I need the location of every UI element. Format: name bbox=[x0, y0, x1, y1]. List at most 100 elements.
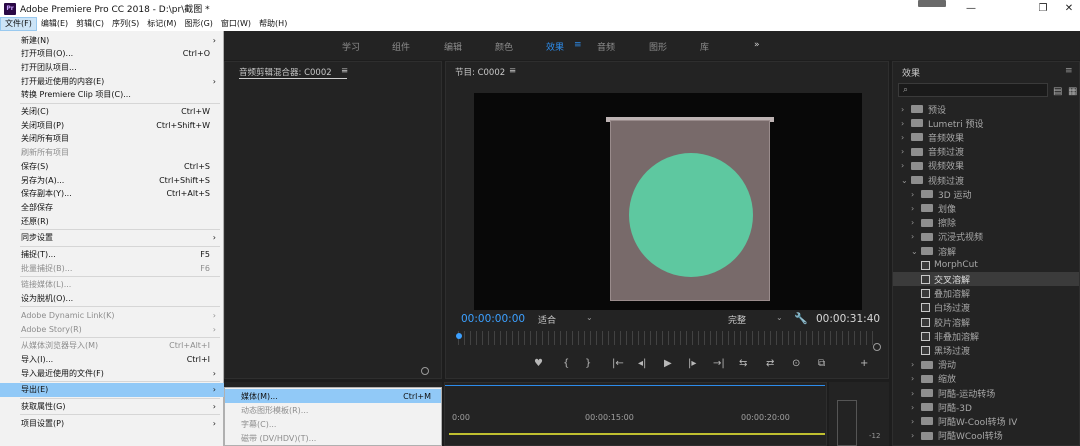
export-submenu-item[interactable]: 动态图形模板(R)... bbox=[225, 403, 441, 417]
panel-menu-icon[interactable]: ≡ bbox=[1065, 66, 1073, 76]
mark-out-icon[interactable]: } bbox=[585, 358, 591, 369]
effects-folder[interactable]: › 擦除 bbox=[893, 216, 1079, 230]
chevron-right-icon[interactable]: › bbox=[911, 190, 921, 199]
chevron-down-icon[interactable]: ⌄ bbox=[911, 247, 921, 256]
effects-folder[interactable]: › 音频过渡 bbox=[893, 145, 1079, 159]
menu-edit[interactable]: 编辑(E) bbox=[37, 17, 72, 31]
effects-folder[interactable]: › 预设 bbox=[893, 102, 1079, 116]
program-monitor-title[interactable]: 节目: C0002 bbox=[455, 66, 505, 78]
chevron-right-icon[interactable]: › bbox=[901, 119, 911, 128]
workspace-assembly[interactable]: 组件 bbox=[392, 40, 410, 53]
effects-folder[interactable]: › 音频效果 bbox=[893, 130, 1079, 144]
add-button-icon[interactable]: + bbox=[860, 358, 868, 369]
comparison-view-icon[interactable]: ⧉ bbox=[818, 358, 825, 369]
file-menu-item[interactable]: 同步设置 › bbox=[0, 231, 224, 245]
chevron-right-icon[interactable]: › bbox=[911, 232, 921, 241]
effects-folder[interactable]: › 阿酷-3D bbox=[893, 400, 1079, 414]
effect-item[interactable]: 叠加溶解 bbox=[893, 287, 1079, 301]
step-back-icon[interactable]: ◂| bbox=[638, 358, 646, 369]
effects-folder[interactable]: › 阿酷-运动转场 bbox=[893, 386, 1079, 400]
file-menu-item[interactable]: 转换 Premiere Clip 项目(C)... bbox=[0, 88, 224, 102]
effect-item[interactable]: 白场过渡 bbox=[893, 301, 1079, 315]
workspace-menu-icon[interactable]: ≡ bbox=[574, 40, 582, 50]
maximize-icon[interactable]: ❐ bbox=[1036, 1, 1050, 15]
menu-marker[interactable]: 标记(M) bbox=[143, 17, 180, 31]
effects-folder[interactable]: › 阿酷WCool转场 bbox=[893, 429, 1079, 443]
camera-icon[interactable]: ⊙ bbox=[792, 358, 800, 369]
zoom-fit-select[interactable]: 适合 bbox=[538, 313, 556, 326]
32bit-effects-icon[interactable]: ▦ bbox=[1068, 86, 1077, 97]
chevron-right-icon[interactable]: › bbox=[911, 360, 921, 369]
menu-window[interactable]: 窗口(W) bbox=[217, 17, 255, 31]
chevron-right-icon[interactable]: › bbox=[911, 431, 921, 440]
ruler-end-handle[interactable] bbox=[873, 343, 881, 351]
effects-search-input[interactable]: ⌕ bbox=[898, 83, 1048, 97]
effects-folder[interactable]: ⌄ 视频过渡 bbox=[893, 173, 1079, 187]
workspace-graphics[interactable]: 图形 bbox=[649, 40, 667, 53]
scroll-handle[interactable] bbox=[421, 367, 429, 375]
effect-item[interactable]: 非叠加溶解 bbox=[893, 329, 1079, 343]
add-marker-icon[interactable]: ♥ bbox=[534, 358, 543, 369]
chevron-right-icon[interactable]: › bbox=[911, 204, 921, 213]
chevron-right-icon[interactable]: › bbox=[901, 133, 911, 142]
workspace-learn[interactable]: 学习 bbox=[342, 40, 360, 53]
effects-folder[interactable]: › 视频效果 bbox=[893, 159, 1079, 173]
chevron-down-icon[interactable]: ⌄ bbox=[901, 176, 911, 185]
effects-folder[interactable]: ⌄ 溶解 bbox=[893, 244, 1079, 258]
current-timecode[interactable]: 00:00:00:00 bbox=[461, 313, 525, 325]
file-menu-item[interactable]: 保存副本(Y)... Ctrl+Alt+S bbox=[0, 187, 224, 201]
effects-folder[interactable]: › 阿酷W-Cool转场 IV bbox=[893, 414, 1079, 428]
file-menu-item[interactable]: 捕捉(T)... F5 bbox=[0, 248, 224, 262]
file-menu-item[interactable]: 链接媒体(L)... bbox=[0, 278, 224, 292]
effect-item[interactable]: MorphCut bbox=[893, 258, 1079, 272]
workspace-libraries[interactable]: 库 bbox=[700, 40, 709, 53]
chevron-right-icon[interactable]: › bbox=[911, 218, 921, 227]
menu-graphics[interactable]: 图形(G) bbox=[180, 17, 216, 31]
lift-icon[interactable]: ⇆ bbox=[739, 358, 747, 369]
effects-panel-title[interactable]: 效果 bbox=[902, 66, 920, 79]
file-menu-item[interactable]: Adobe Dynamic Link(K) › bbox=[0, 308, 224, 322]
file-menu-item[interactable]: 关闭项目(P) Ctrl+Shift+W bbox=[0, 118, 224, 132]
chevron-right-icon[interactable]: › bbox=[911, 417, 921, 426]
effect-item[interactable]: 黑场过渡 bbox=[893, 343, 1079, 357]
program-video-frame[interactable] bbox=[474, 93, 862, 310]
menu-clip[interactable]: 剪辑(C) bbox=[72, 17, 108, 31]
export-submenu-item[interactable]: 字幕(C)... bbox=[225, 417, 441, 431]
minimize-icon[interactable]: — bbox=[964, 1, 978, 15]
file-menu-item[interactable]: 新建(N) › bbox=[0, 33, 224, 47]
panel-menu-icon[interactable]: ≡ bbox=[509, 66, 516, 76]
file-menu-item[interactable]: 保存(S) Ctrl+S bbox=[0, 159, 224, 173]
chevron-right-icon[interactable]: › bbox=[911, 374, 921, 383]
file-menu-item[interactable]: 设为脱机(O)... bbox=[0, 292, 224, 306]
effects-folder[interactable]: › 滑动 bbox=[893, 358, 1079, 372]
export-submenu-item[interactable]: 媒体(M)... Ctrl+M bbox=[225, 389, 441, 403]
chevron-right-icon[interactable]: › bbox=[911, 403, 921, 412]
file-menu-item[interactable]: 另存为(A)... Ctrl+Shift+S bbox=[0, 173, 224, 187]
file-menu-item[interactable]: 刷新所有项目 bbox=[0, 146, 224, 160]
go-to-out-icon[interactable]: →| bbox=[713, 358, 725, 369]
effects-folder[interactable]: › 3D 运动 bbox=[893, 187, 1079, 201]
close-icon[interactable]: ✕ bbox=[1062, 1, 1076, 15]
file-menu-item[interactable]: 导入(I)... Ctrl+I bbox=[0, 352, 224, 366]
effect-item[interactable]: 交叉溶解 bbox=[893, 272, 1079, 287]
mark-in-icon[interactable]: { bbox=[563, 358, 569, 369]
wrench-icon[interactable]: 🔧 bbox=[794, 312, 808, 325]
workspace-audio[interactable]: 音频 bbox=[597, 40, 615, 53]
file-menu-item[interactable]: 打开最近使用的内容(E) › bbox=[0, 74, 224, 88]
file-menu-item[interactable]: 从媒体浏览器导入(M) Ctrl+Alt+I bbox=[0, 339, 224, 353]
menu-sequence[interactable]: 序列(S) bbox=[108, 17, 143, 31]
file-menu-item[interactable]: 关闭(C) Ctrl+W bbox=[0, 105, 224, 119]
chevron-down-icon[interactable]: ⌄ bbox=[586, 313, 593, 322]
playhead-handle[interactable] bbox=[456, 333, 462, 339]
chevron-right-icon[interactable]: › bbox=[901, 105, 911, 114]
workspace-editing[interactable]: 编辑 bbox=[444, 40, 462, 53]
export-submenu-item[interactable]: 磁带 (DV/HDV)(T)... bbox=[225, 431, 441, 445]
audio-clip-mixer-title[interactable]: 音频剪辑混合器: C0002 bbox=[239, 66, 332, 78]
chevron-right-icon[interactable]: › bbox=[911, 389, 921, 398]
workspace-color[interactable]: 颜色 bbox=[495, 40, 513, 53]
effects-folder[interactable]: › Lumetri 预设 bbox=[893, 116, 1079, 130]
effects-folder[interactable]: › 缩放 bbox=[893, 372, 1079, 386]
file-menu-item[interactable]: 获取属性(G) › bbox=[0, 400, 224, 414]
extract-icon[interactable]: ⇄ bbox=[766, 358, 774, 369]
effect-item[interactable]: 胶片溶解 bbox=[893, 315, 1079, 329]
